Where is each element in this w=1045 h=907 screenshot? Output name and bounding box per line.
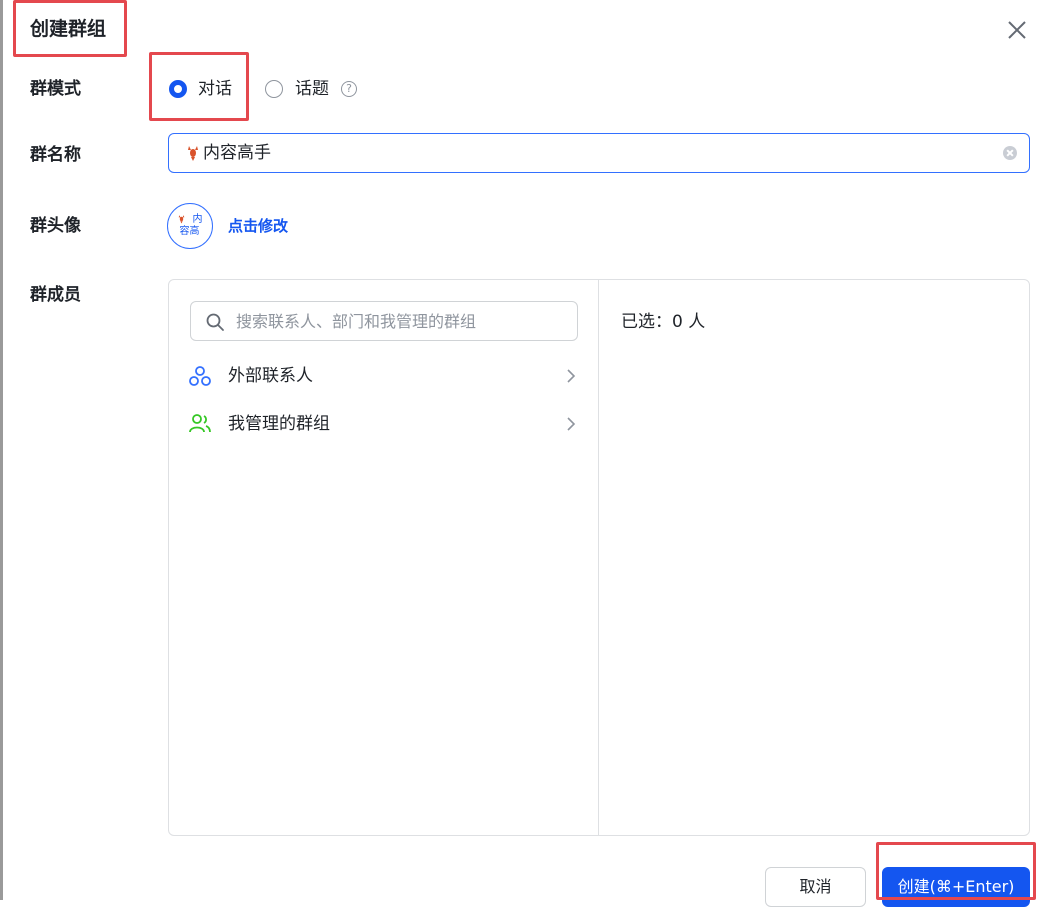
managed-groups-icon [189,414,211,433]
group-avatar-label: 群头像 [30,216,81,236]
radio-dialog[interactable] [169,80,187,98]
panel-divider [598,280,599,835]
group-name-label: 群名称 [30,145,81,165]
group-members-label: 群成员 [30,285,81,305]
avatar-text-line2: 容高 [179,226,200,237]
group-mode-label: 群模式 [30,79,81,99]
dialog-title: 创建群组 [30,18,107,40]
radio-topic[interactable] [265,80,283,98]
group-avatar[interactable]: 内 容高 [167,203,213,249]
group-name-value: 内容高手 [203,143,271,163]
window-edge [0,0,3,900]
list-item-managed-groups[interactable]: 我管理的群组 [186,406,582,442]
create-button[interactable]: 创建(⌘+Enter) [882,867,1030,907]
selected-count: 已选：0 人 [621,312,706,332]
member-search-input[interactable]: 搜索联系人、部门和我管理的群组 [190,301,578,341]
edit-avatar-link[interactable]: 点击修改 [228,214,288,238]
list-item-external-contacts[interactable]: 外部联系人 [186,358,582,394]
clear-circle-icon[interactable] [1003,146,1017,160]
chevron-right-icon [567,369,576,383]
question-circle-icon[interactable]: ? [341,81,357,97]
chevron-right-icon [567,417,576,431]
radio-topic-label[interactable]: 话题 [295,77,329,101]
search-placeholder: 搜索联系人、部门和我管理的群组 [236,312,477,331]
external-contacts-icon [189,366,211,386]
lobster-emoji-icon [188,146,198,161]
radio-dialog-label[interactable]: 对话 [198,77,232,101]
cancel-button[interactable]: 取消 [765,867,866,907]
close-icon[interactable] [1003,16,1031,44]
group-name-input[interactable]: 内容高手 [168,133,1030,173]
search-icon [206,313,224,331]
list-item-label: 外部联系人 [228,366,313,386]
list-item-label: 我管理的群组 [228,414,330,434]
avatar-text-line1: 内 [192,214,203,225]
